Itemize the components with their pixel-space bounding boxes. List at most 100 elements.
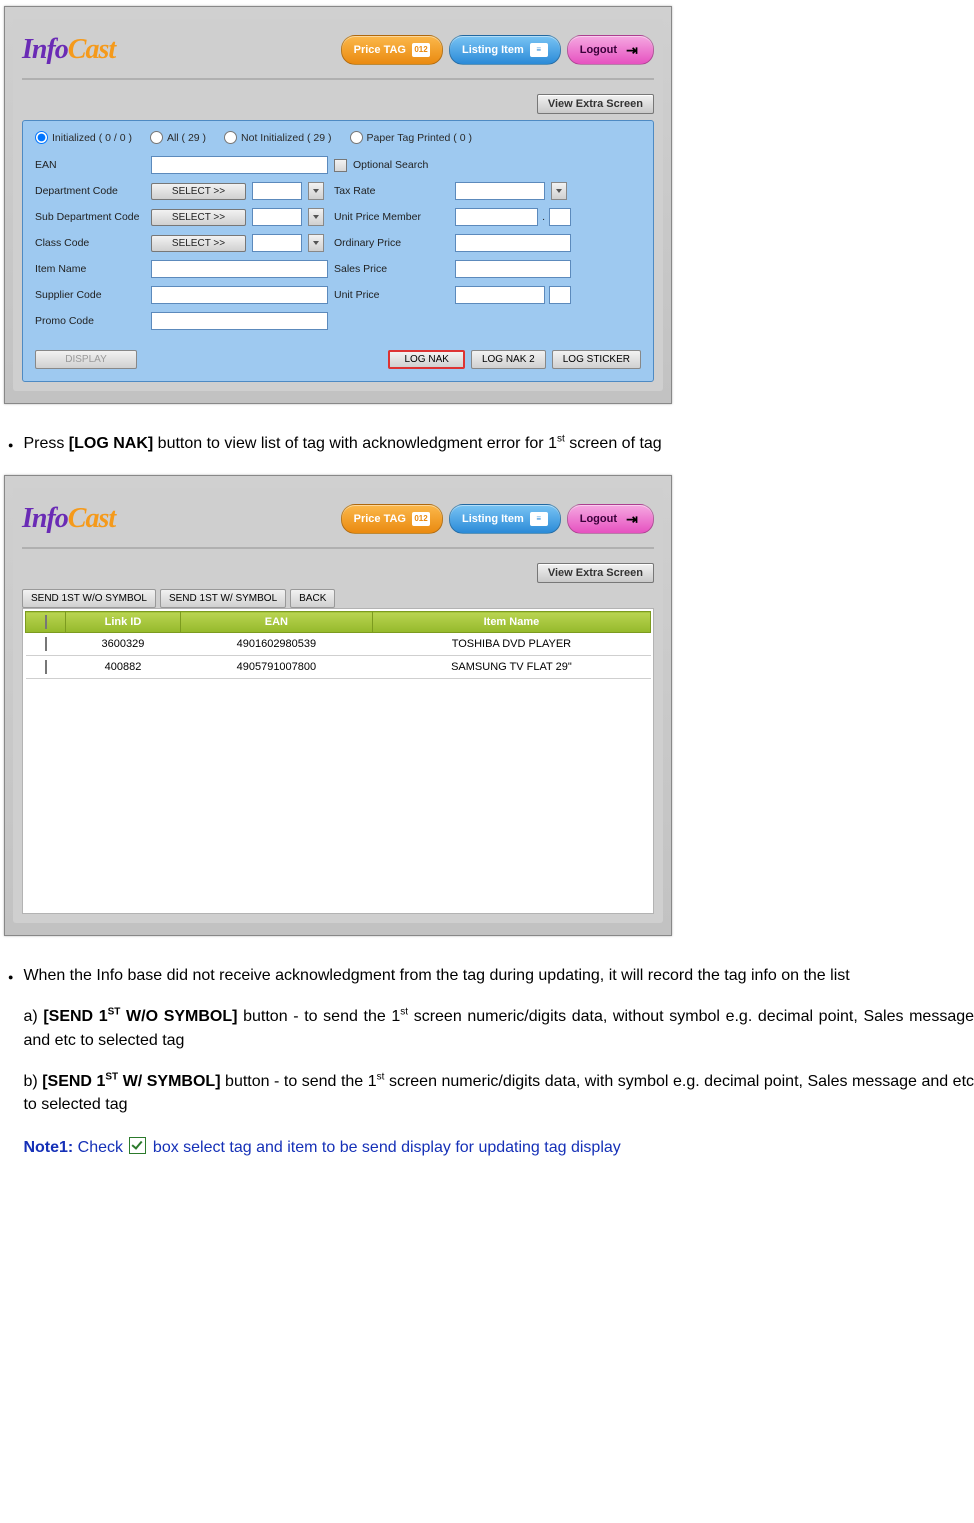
log-nak-button[interactable]: LOG NAK xyxy=(388,350,464,369)
promo-input[interactable] xyxy=(151,312,328,330)
radio-paper-tag-label: Paper Tag Printed ( 0 ) xyxy=(367,132,472,144)
unit-price-member-input-dec[interactable] xyxy=(549,208,571,226)
optional-search-checkbox[interactable]: Optional Search xyxy=(334,159,571,172)
sub-dept-input[interactable] xyxy=(252,208,302,226)
t: When the Info base did not receive ackno… xyxy=(23,967,849,984)
row-checkbox[interactable] xyxy=(45,660,47,674)
checked-box-icon xyxy=(129,1137,146,1154)
price-tag-badge-icon-2: 012 xyxy=(412,512,430,526)
cell-ean: 4905791007800 xyxy=(180,656,372,679)
radio-initialized-label: Initialized ( 0 / 0 ) xyxy=(52,132,132,144)
logout-label: Logout xyxy=(580,44,617,56)
view-extra-screen-button[interactable]: View Extra Screen xyxy=(537,94,654,114)
label-supplier: Supplier Code xyxy=(35,289,145,301)
a-sup2: st xyxy=(400,1007,408,1018)
tax-rate-dropdown[interactable] xyxy=(551,182,567,200)
ean-input[interactable] xyxy=(151,156,328,174)
b-sup: ST xyxy=(105,1071,118,1082)
app-frame-2: InfoCast Price TAG012 Listing Item≡ Logo… xyxy=(13,488,663,923)
price-tag-button[interactable]: Price TAG012 xyxy=(341,35,443,65)
label-promo: Promo Code xyxy=(35,315,145,327)
row-checkbox[interactable] xyxy=(45,637,47,651)
select-dept-button[interactable]: SELECT >> xyxy=(151,183,246,200)
a-sup: ST xyxy=(108,1007,121,1018)
col-item-name: Item Name xyxy=(372,612,650,633)
price-tag-button-2[interactable]: Price TAG012 xyxy=(341,504,443,534)
dept-dropdown[interactable] xyxy=(308,182,324,200)
log-sticker-button[interactable]: LOG STICKER xyxy=(552,350,641,369)
select-sub-dept-button[interactable]: SELECT >> xyxy=(151,209,246,226)
sales-price-input[interactable] xyxy=(455,260,571,278)
exit-icon: ⇥ xyxy=(623,43,641,57)
radio-initialized-input[interactable] xyxy=(35,131,48,144)
unit-price-input-dec[interactable] xyxy=(549,286,571,304)
label-ean: EAN xyxy=(35,159,145,171)
send-tab-bar: SEND 1ST W/O SYMBOL SEND 1ST W/ SYMBOL B… xyxy=(22,589,654,608)
display-button[interactable]: DISPLAY xyxy=(35,350,137,369)
a-b2: W/O SYMBOL] xyxy=(120,1008,237,1025)
tax-rate-input[interactable] xyxy=(455,182,545,200)
table-row: 400882 4905791007800 SAMSUNG TV FLAT 29" xyxy=(26,656,651,679)
label-sales-price: Sales Price xyxy=(334,263,449,275)
logo-2: InfoCast xyxy=(22,503,115,535)
cell-link: 400882 xyxy=(66,656,181,679)
radio-all[interactable]: All ( 29 ) xyxy=(150,131,206,144)
radio-not-initialized-input[interactable] xyxy=(224,131,237,144)
item-name-input[interactable] xyxy=(151,260,328,278)
logout-button[interactable]: Logout ⇥ xyxy=(567,35,654,65)
col-ean: EAN xyxy=(180,612,372,633)
exit-icon-2: ⇥ xyxy=(623,512,641,526)
b-r1: button - to send the 1 xyxy=(221,1073,377,1090)
col-check[interactable] xyxy=(26,612,66,633)
cell-ean: 4901602980539 xyxy=(180,633,372,656)
form-grid: EAN Optional Search Department Code SELE… xyxy=(35,156,641,330)
t: Press xyxy=(23,435,68,452)
unit-price-member-input-int[interactable] xyxy=(455,208,538,226)
radio-not-initialized-label: Not Initialized ( 29 ) xyxy=(241,132,331,144)
back-button[interactable]: BACK xyxy=(290,589,335,608)
note1: Note1: Check box select tag and item to … xyxy=(23,1136,974,1159)
col-link-id: Link ID xyxy=(66,612,181,633)
topbar: InfoCast Price TAG012 Listing Item≡ Logo… xyxy=(22,26,654,74)
ordinary-price-input[interactable] xyxy=(455,234,571,252)
label-unit-price-member: Unit Price Member xyxy=(334,211,449,223)
doc-bullet-2-body: When the Info base did not receive ackno… xyxy=(23,964,974,1175)
radio-paper-tag[interactable]: Paper Tag Printed ( 0 ) xyxy=(350,131,472,144)
radio-all-input[interactable] xyxy=(150,131,163,144)
label-sub-dept: Sub Department Code xyxy=(35,211,145,223)
filter-radio-row: Initialized ( 0 / 0 ) All ( 29 ) Not Ini… xyxy=(35,131,641,144)
select-class-button[interactable]: SELECT >> xyxy=(151,235,246,252)
t3: screen of tag xyxy=(565,435,662,452)
radio-paper-tag-input[interactable] xyxy=(350,131,363,144)
supplier-input[interactable] xyxy=(151,286,328,304)
note-label: Note1: xyxy=(23,1139,73,1156)
a-prefix: a) xyxy=(23,1008,43,1025)
radio-initialized[interactable]: Initialized ( 0 / 0 ) xyxy=(35,131,132,144)
send-w-symbol-button[interactable]: SEND 1ST W/ SYMBOL xyxy=(160,589,286,608)
logout-button-2[interactable]: Logout⇥ xyxy=(567,504,654,534)
price-tag-badge-icon: 012 xyxy=(412,43,430,57)
checkbox-icon xyxy=(45,615,47,629)
send-wo-symbol-button[interactable]: SEND 1ST W/O SYMBOL xyxy=(22,589,156,608)
checkbox-icon xyxy=(334,159,347,172)
table-row: 3600329 4901602980539 TOSHIBA DVD PLAYER xyxy=(26,633,651,656)
option-a: a) [SEND 1ST W/O SYMBOL] button - to sen… xyxy=(23,1005,974,1051)
class-dropdown[interactable] xyxy=(308,234,324,252)
listing-item-button[interactable]: Listing Item≡ xyxy=(449,35,561,65)
logo: InfoCast xyxy=(22,34,115,66)
label-dept: Department Code xyxy=(35,185,145,197)
dept-input[interactable] xyxy=(252,182,302,200)
screenshot-2: InfoCast Price TAG012 Listing Item≡ Logo… xyxy=(4,475,672,936)
sub-dept-dropdown[interactable] xyxy=(308,208,324,226)
class-input[interactable] xyxy=(252,234,302,252)
listing-item-button-2[interactable]: Listing Item≡ xyxy=(449,504,561,534)
unit-price-input-int[interactable] xyxy=(455,286,545,304)
a-r1: button - to send the 1 xyxy=(237,1008,400,1025)
doc-bullet-1: Press [LOG NAK] button to view list of t… xyxy=(8,432,974,455)
log-nak-2-button[interactable]: LOG NAK 2 xyxy=(471,350,546,369)
decimal-point: . xyxy=(542,211,545,223)
radio-not-initialized[interactable]: Not Initialized ( 29 ) xyxy=(224,131,331,144)
view-extra-screen-button-2[interactable]: View Extra Screen xyxy=(537,563,654,583)
doc-bullet-1-text: Press [LOG NAK] button to view list of t… xyxy=(23,432,974,455)
a-b1: [SEND 1 xyxy=(43,1008,107,1025)
